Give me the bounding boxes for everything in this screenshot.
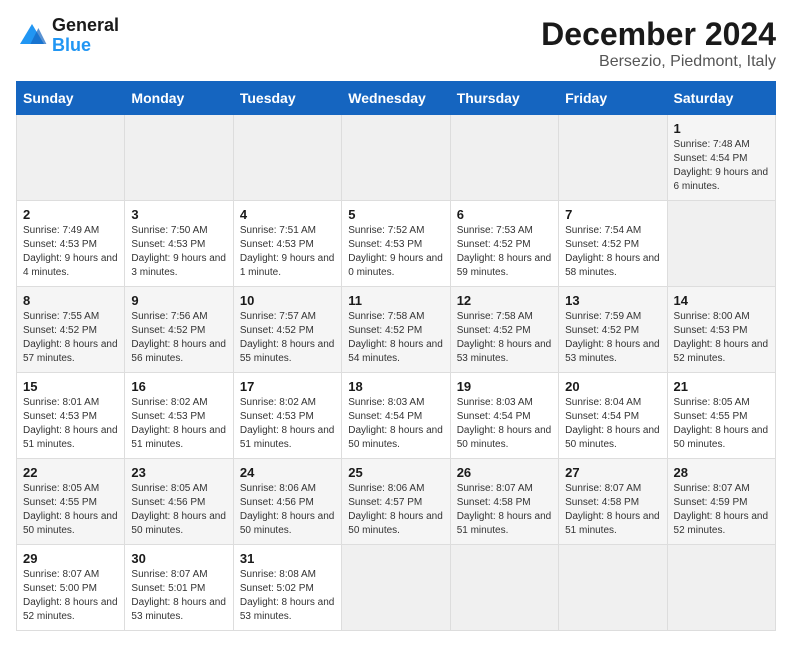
calendar-day-10: 10Sunrise: 7:57 AMSunset: 4:52 PMDayligh… [233, 287, 341, 373]
calendar-week-6: 29Sunrise: 8:07 AMSunset: 5:00 PMDayligh… [17, 545, 776, 631]
empty-cell [342, 115, 450, 201]
calendar-week-4: 15Sunrise: 8:01 AMSunset: 4:53 PMDayligh… [17, 373, 776, 459]
logo: GeneralBlue [16, 16, 119, 56]
calendar-day-30: 30Sunrise: 8:07 AMSunset: 5:01 PMDayligh… [125, 545, 233, 631]
calendar-day-5: 5Sunrise: 7:52 AMSunset: 4:53 PMDaylight… [342, 201, 450, 287]
calendar-day-8: 8Sunrise: 7:55 AMSunset: 4:52 PMDaylight… [17, 287, 125, 373]
calendar-day-1: 1Sunrise: 7:48 AMSunset: 4:54 PMDaylight… [667, 115, 775, 201]
empty-cell [17, 115, 125, 201]
header-day-sunday: Sunday [17, 82, 125, 115]
empty-cell [342, 545, 450, 631]
calendar-day-14: 14Sunrise: 8:00 AMSunset: 4:53 PMDayligh… [667, 287, 775, 373]
empty-cell [450, 115, 558, 201]
empty-cell [667, 545, 775, 631]
calendar-day-16: 16Sunrise: 8:02 AMSunset: 4:53 PMDayligh… [125, 373, 233, 459]
calendar-week-3: 8Sunrise: 7:55 AMSunset: 4:52 PMDaylight… [17, 287, 776, 373]
header: GeneralBlue December 2024 Bersezio, Pied… [16, 16, 776, 71]
empty-cell [125, 115, 233, 201]
empty-cell [559, 115, 667, 201]
empty-cell [233, 115, 341, 201]
calendar-week-1: 1Sunrise: 7:48 AMSunset: 4:54 PMDaylight… [17, 115, 776, 201]
calendar-day-25: 25Sunrise: 8:06 AMSunset: 4:57 PMDayligh… [342, 459, 450, 545]
calendar-day-13: 13Sunrise: 7:59 AMSunset: 4:52 PMDayligh… [559, 287, 667, 373]
calendar-day-2: 2Sunrise: 7:49 AMSunset: 4:53 PMDaylight… [17, 201, 125, 287]
calendar-day-24: 24Sunrise: 8:06 AMSunset: 4:56 PMDayligh… [233, 459, 341, 545]
logo-text: GeneralBlue [52, 16, 119, 56]
title-area: December 2024 Bersezio, Piedmont, Italy [541, 16, 776, 71]
calendar-day-21: 21Sunrise: 8:05 AMSunset: 4:55 PMDayligh… [667, 373, 775, 459]
calendar-day-31: 31Sunrise: 8:08 AMSunset: 5:02 PMDayligh… [233, 545, 341, 631]
calendar-week-5: 22Sunrise: 8:05 AMSunset: 4:55 PMDayligh… [17, 459, 776, 545]
header-day-thursday: Thursday [450, 82, 558, 115]
calendar-day-3: 3Sunrise: 7:50 AMSunset: 4:53 PMDaylight… [125, 201, 233, 287]
subtitle: Bersezio, Piedmont, Italy [541, 53, 776, 71]
header-row: SundayMondayTuesdayWednesdayThursdayFrid… [17, 82, 776, 115]
empty-cell [667, 201, 775, 287]
calendar-day-17: 17Sunrise: 8:02 AMSunset: 4:53 PMDayligh… [233, 373, 341, 459]
header-day-tuesday: Tuesday [233, 82, 341, 115]
calendar-day-15: 15Sunrise: 8:01 AMSunset: 4:53 PMDayligh… [17, 373, 125, 459]
calendar-day-29: 29Sunrise: 8:07 AMSunset: 5:00 PMDayligh… [17, 545, 125, 631]
calendar-day-26: 26Sunrise: 8:07 AMSunset: 4:58 PMDayligh… [450, 459, 558, 545]
calendar-table: SundayMondayTuesdayWednesdayThursdayFrid… [16, 81, 776, 631]
calendar-day-7: 7Sunrise: 7:54 AMSunset: 4:52 PMDaylight… [559, 201, 667, 287]
empty-cell [450, 545, 558, 631]
header-day-monday: Monday [125, 82, 233, 115]
calendar-day-6: 6Sunrise: 7:53 AMSunset: 4:52 PMDaylight… [450, 201, 558, 287]
calendar-day-12: 12Sunrise: 7:58 AMSunset: 4:52 PMDayligh… [450, 287, 558, 373]
header-day-friday: Friday [559, 82, 667, 115]
calendar-day-28: 28Sunrise: 8:07 AMSunset: 4:59 PMDayligh… [667, 459, 775, 545]
calendar-day-9: 9Sunrise: 7:56 AMSunset: 4:52 PMDaylight… [125, 287, 233, 373]
empty-cell [559, 545, 667, 631]
calendar-day-11: 11Sunrise: 7:58 AMSunset: 4:52 PMDayligh… [342, 287, 450, 373]
main-title: December 2024 [541, 16, 776, 53]
logo-icon [16, 20, 48, 52]
calendar-day-19: 19Sunrise: 8:03 AMSunset: 4:54 PMDayligh… [450, 373, 558, 459]
header-day-wednesday: Wednesday [342, 82, 450, 115]
calendar-day-18: 18Sunrise: 8:03 AMSunset: 4:54 PMDayligh… [342, 373, 450, 459]
calendar-day-20: 20Sunrise: 8:04 AMSunset: 4:54 PMDayligh… [559, 373, 667, 459]
calendar-day-27: 27Sunrise: 8:07 AMSunset: 4:58 PMDayligh… [559, 459, 667, 545]
calendar-day-23: 23Sunrise: 8:05 AMSunset: 4:56 PMDayligh… [125, 459, 233, 545]
calendar-day-22: 22Sunrise: 8:05 AMSunset: 4:55 PMDayligh… [17, 459, 125, 545]
calendar-day-4: 4Sunrise: 7:51 AMSunset: 4:53 PMDaylight… [233, 201, 341, 287]
calendar-week-2: 2Sunrise: 7:49 AMSunset: 4:53 PMDaylight… [17, 201, 776, 287]
header-day-saturday: Saturday [667, 82, 775, 115]
